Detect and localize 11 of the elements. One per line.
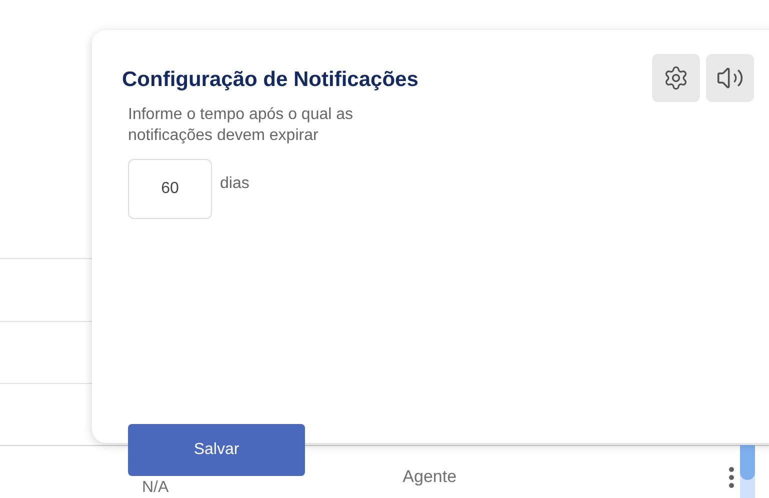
scrollbar[interactable] [740,445,755,498]
settings-icon [663,65,689,91]
table-cell: N/A [142,479,169,497]
days-input[interactable]: 60 [128,159,212,219]
dialog-description: Informe o tempo após o qual as notificações devem expirar [128,105,354,146]
save-button[interactable]: Salvar [128,424,305,476]
dialog-title: Configuração de Notificações [122,67,418,93]
table-cell-text: Agente [402,466,457,488]
settings-button[interactable] [652,54,700,102]
unit-label: dias [220,174,250,194]
sound-button[interactable] [706,54,754,102]
